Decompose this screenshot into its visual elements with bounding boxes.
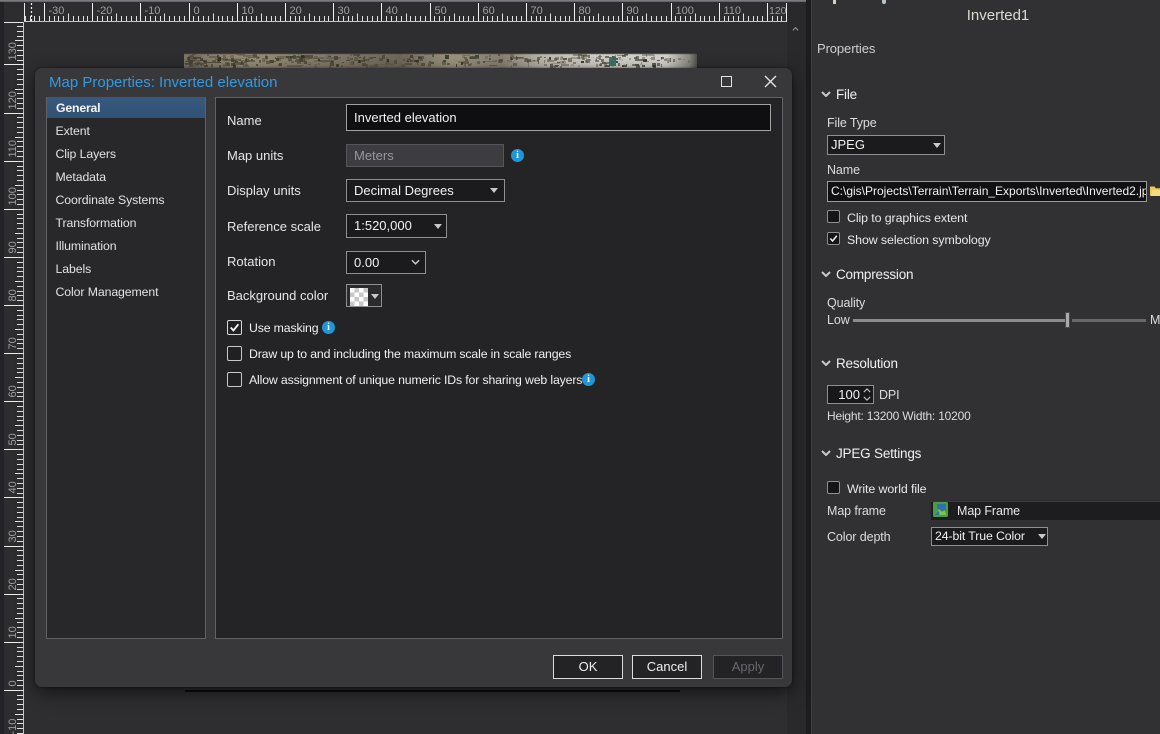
svg-text:30: 30 [338, 5, 350, 17]
svg-text:120: 120 [769, 5, 787, 17]
svg-text:10: 10 [7, 626, 19, 638]
svg-text:60: 60 [7, 385, 19, 397]
svg-text:20: 20 [7, 578, 19, 590]
svg-text:-20: -20 [97, 5, 113, 17]
svg-text:110: 110 [724, 5, 742, 17]
svg-text:100: 100 [7, 187, 19, 205]
svg-text:0: 0 [7, 680, 19, 686]
svg-text:20: 20 [290, 5, 302, 17]
svg-text:-10: -10 [7, 719, 19, 734]
svg-text:70: 70 [7, 337, 19, 349]
svg-text:-30: -30 [49, 5, 65, 17]
svg-text:10: 10 [242, 5, 254, 17]
svg-text:30: 30 [7, 530, 19, 542]
svg-text:130: 130 [7, 42, 19, 60]
svg-text:80: 80 [579, 5, 591, 17]
svg-text:-10: -10 [145, 5, 161, 17]
svg-text:40: 40 [7, 481, 19, 493]
svg-text:60: 60 [483, 5, 495, 17]
svg-text:50: 50 [7, 433, 19, 445]
svg-text:70: 70 [531, 5, 543, 17]
svg-text:100: 100 [676, 5, 694, 17]
svg-text:90: 90 [7, 241, 19, 253]
svg-text:50: 50 [435, 5, 447, 17]
svg-text:110: 110 [7, 140, 19, 158]
svg-text:40: 40 [386, 5, 398, 17]
svg-text:90: 90 [627, 5, 639, 17]
svg-text:0: 0 [194, 5, 200, 17]
svg-text:120: 120 [7, 91, 19, 109]
svg-text:80: 80 [7, 289, 19, 301]
